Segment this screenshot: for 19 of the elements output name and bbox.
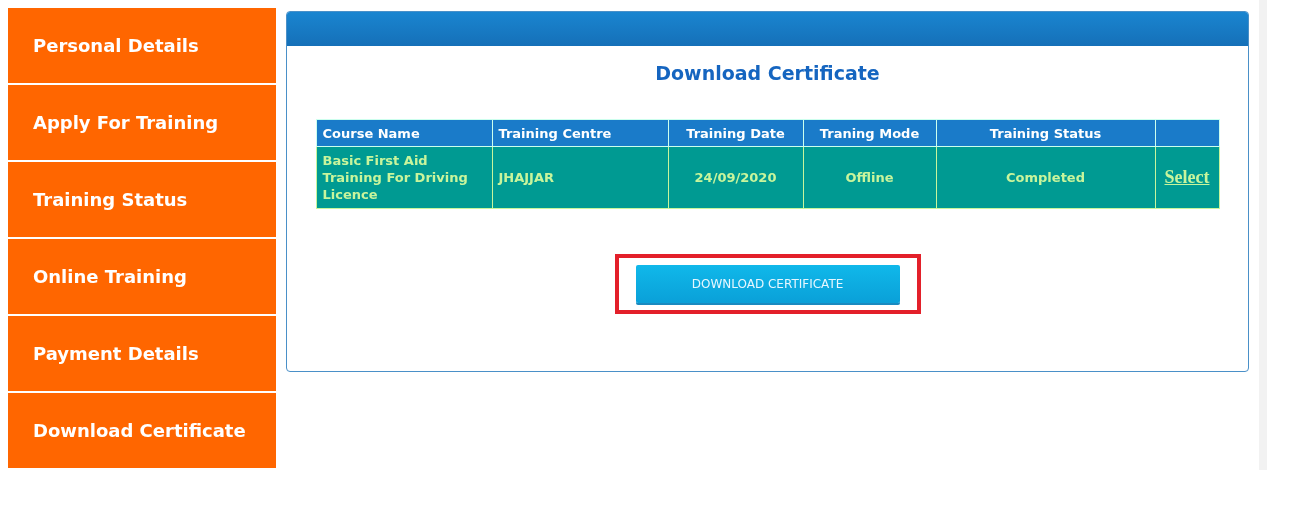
column-header: Course Name [316, 119, 492, 147]
column-header: Training Status [936, 119, 1155, 147]
sidebar-item[interactable]: Online Training [8, 239, 276, 314]
download-button[interactable]: DOWNLOAD CERTIFICATE [635, 265, 900, 303]
table-cell: Offline [803, 146, 936, 209]
sidebar-item[interactable]: Training Status [8, 162, 276, 237]
column-header: Training Centre [492, 119, 668, 147]
column-header: Training Date [668, 119, 803, 147]
sidebar-item[interactable]: Download Certificate [8, 393, 276, 468]
table-cell: Completed [936, 146, 1155, 209]
sidebar-item[interactable]: Personal Details [8, 8, 276, 83]
table-cell: Basic First Aid Training For Driving Licence [316, 146, 492, 209]
column-header: Traning Mode [803, 119, 936, 147]
table-cell: 24/09/2020 [668, 146, 803, 209]
sidebar-item[interactable]: Apply For Training [8, 85, 276, 160]
column-header [1155, 119, 1219, 147]
sidebar-item[interactable]: Payment Details [8, 316, 276, 391]
panel-title: Download Certificate [655, 62, 880, 84]
table-cell: JHAJJAR [492, 146, 668, 209]
